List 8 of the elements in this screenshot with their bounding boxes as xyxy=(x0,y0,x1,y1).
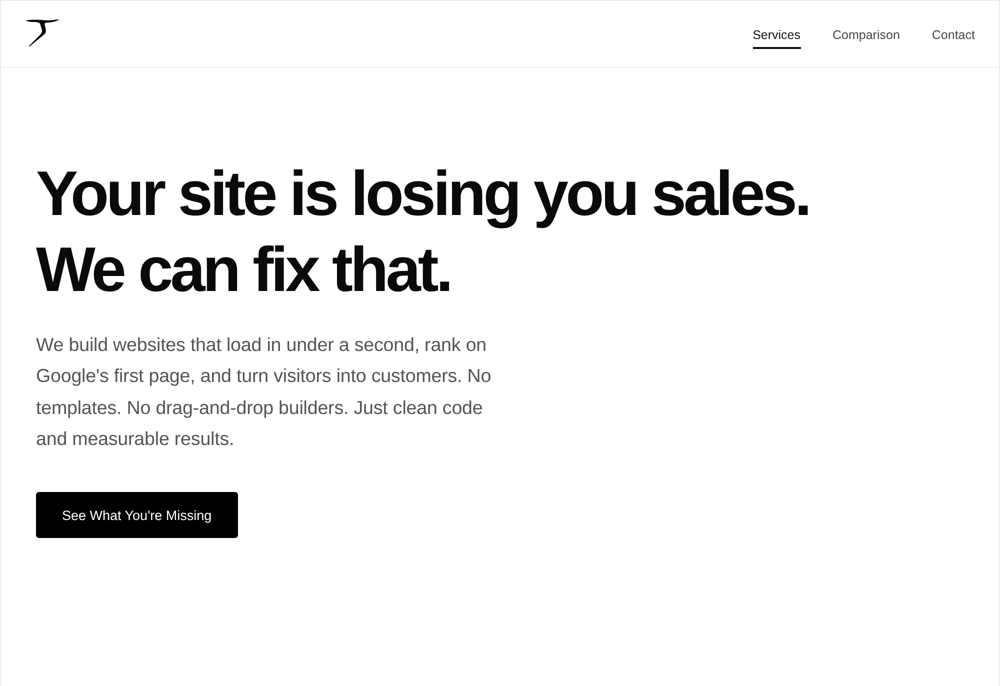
nav-link[interactable]: Contact xyxy=(932,22,975,48)
nav-link[interactable]: Services xyxy=(752,22,801,48)
headline: Your site is losing you sales. xyxy=(36,158,810,231)
description: We build websites that load in under a second, rank on Google's first page, and turn visitors into customers. No templates. No drag-and-drop builders. Just clean code and measurable results. xyxy=(36,333,492,451)
cta-button[interactable]: See What You're Missing xyxy=(36,492,238,538)
nav-link[interactable]: Comparison xyxy=(832,22,900,48)
logo-icon[interactable] xyxy=(25,19,60,47)
headline: We can fix that. xyxy=(36,234,451,307)
